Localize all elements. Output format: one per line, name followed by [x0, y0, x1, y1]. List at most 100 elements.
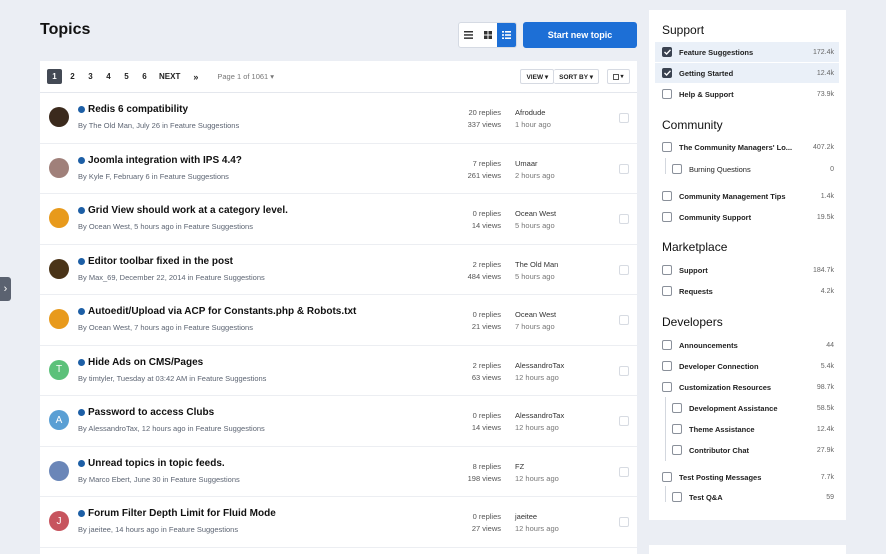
last-page-button[interactable]: »: [188, 69, 203, 84]
last-post-time[interactable]: 12 hours ago: [515, 372, 564, 384]
checkbox[interactable]: [672, 164, 682, 174]
last-poster[interactable]: Ocean West: [515, 208, 556, 220]
last-poster[interactable]: AlessandroTax: [515, 410, 564, 422]
topic-row[interactable]: Unread topics in topic feeds. By Marco E…: [40, 447, 637, 497]
last-post-time[interactable]: 12 hours ago: [515, 422, 564, 434]
forum-filter-item[interactable]: Community Support 19.5k: [655, 207, 839, 227]
avatar[interactable]: [49, 258, 69, 279]
topic-title-link[interactable]: Hide Ads on CMS/Pages: [88, 357, 203, 368]
avatar[interactable]: [49, 460, 69, 481]
next-page-button[interactable]: NEXT: [159, 69, 180, 84]
last-post-time[interactable]: 5 hours ago: [515, 271, 558, 283]
forum-filter-item[interactable]: Customization Resources 98.7k: [655, 377, 839, 397]
checkbox[interactable]: [662, 382, 672, 392]
checkbox[interactable]: [662, 361, 672, 371]
forum-filter-item[interactable]: Feature Suggestions 172.4k: [655, 42, 839, 62]
avatar[interactable]: [49, 107, 69, 127]
forum-filter-item[interactable]: Test Posting Messages 7.7k: [655, 467, 839, 487]
checkbox[interactable]: [672, 424, 682, 434]
last-post-time[interactable]: 5 hours ago: [515, 220, 556, 232]
topic-checkbox[interactable]: [619, 113, 629, 123]
topic-checkbox[interactable]: [619, 517, 629, 527]
topic-checkbox[interactable]: [619, 214, 629, 224]
avatar[interactable]: A: [49, 410, 69, 430]
last-poster[interactable]: Ocean West: [515, 309, 556, 321]
forum-filter-item[interactable]: Requests 4.2k: [655, 281, 839, 301]
checkbox[interactable]: [662, 89, 672, 99]
topic-checkbox[interactable]: [619, 163, 629, 174]
topic-row[interactable]: Autoedit/Upload via ACP for Constants.ph…: [40, 295, 637, 346]
last-poster[interactable]: jaeitee: [515, 511, 559, 523]
avatar[interactable]: [49, 208, 69, 228]
last-poster[interactable]: The Old Man: [515, 259, 558, 271]
grid-view-button[interactable]: [478, 23, 497, 47]
last-post-time[interactable]: 2 hours ago: [515, 170, 555, 182]
forum-filter-item[interactable]: Test Q&A 59: [665, 487, 839, 507]
avatar[interactable]: T: [49, 359, 69, 380]
forum-filter-item[interactable]: Burning Questions 0: [665, 159, 839, 179]
sidebar-toggle-button[interactable]: ›: [0, 277, 11, 301]
forum-filter-item[interactable]: Development Assistance 58.5k: [665, 398, 839, 418]
page-1-button[interactable]: 1: [47, 69, 62, 84]
last-poster[interactable]: Umaar: [515, 158, 555, 170]
forum-filter-item[interactable]: Getting Started 12.4k: [655, 63, 839, 83]
topic-title-link[interactable]: Joomla integration with IPS 4.4?: [88, 155, 242, 166]
page-3-button[interactable]: 3: [83, 69, 98, 84]
avatar[interactable]: [49, 309, 69, 329]
checkbox[interactable]: [672, 492, 682, 502]
checkbox[interactable]: [662, 142, 672, 152]
last-post-time[interactable]: 7 hours ago: [515, 321, 556, 333]
checkbox[interactable]: [662, 265, 672, 275]
checkbox[interactable]: [662, 191, 672, 201]
avatar[interactable]: [49, 157, 69, 178]
sort-by-button[interactable]: SORT BY ▾: [554, 69, 599, 84]
table-view-button[interactable]: [497, 23, 516, 47]
page-jump-dropdown[interactable]: Page 1 of 1061 ▾: [217, 72, 274, 81]
last-post-time[interactable]: 12 hours ago: [515, 523, 559, 535]
page-2-button[interactable]: 2: [65, 69, 80, 84]
topic-checkbox[interactable]: [619, 315, 629, 325]
topic-row[interactable]: Joomla integration with IPS 4.4? By Kyle…: [40, 144, 637, 194]
last-poster[interactable]: FZ: [515, 461, 559, 473]
checkbox[interactable]: [662, 68, 672, 78]
page-5-button[interactable]: 5: [119, 69, 134, 84]
list-view-button[interactable]: [459, 23, 478, 47]
topic-title-link[interactable]: Autoedit/Upload via ACP for Constants.ph…: [88, 306, 356, 317]
page-6-button[interactable]: 6: [137, 69, 152, 84]
forum-filter-item[interactable]: Support 184.7k: [655, 260, 839, 280]
topic-checkbox[interactable]: [619, 416, 629, 426]
checkbox[interactable]: [662, 340, 672, 350]
topic-title-link[interactable]: Unread topics in topic feeds.: [88, 458, 225, 469]
topic-row[interactable]: Editor toolbar fixed in the post By Max_…: [40, 245, 637, 295]
avatar[interactable]: J: [49, 511, 69, 531]
forum-filter-item[interactable]: Community Management Tips 1.4k: [655, 186, 839, 206]
last-poster[interactable]: Afrodude: [515, 107, 551, 119]
page-4-button[interactable]: 4: [101, 69, 116, 84]
multi-select-button[interactable]: ▾: [607, 69, 630, 84]
forum-filter-item[interactable]: Help & Support 73.9k: [655, 84, 839, 104]
forum-filter-item[interactable]: The Community Managers' Lo... 407.2k: [655, 137, 839, 157]
topic-row[interactable]: Redis 6 compatibility By The Old Man, Ju…: [40, 93, 637, 144]
topic-title-link[interactable]: Grid View should work at a category leve…: [88, 205, 288, 216]
checkbox[interactable]: [662, 472, 672, 482]
forum-filter-item[interactable]: Contributor Chat 27.9k: [665, 440, 839, 460]
topic-row[interactable]: Grid View should work at a category leve…: [40, 194, 637, 245]
forum-filter-item[interactable]: Announcements 44: [655, 335, 839, 355]
topic-checkbox[interactable]: [619, 365, 629, 376]
topic-row[interactable]: J Forum Filter Depth Limit for Fluid Mod…: [40, 497, 637, 548]
topic-row[interactable]: A Password to access Clubs By Alessandro…: [40, 396, 637, 447]
checkbox[interactable]: [662, 212, 672, 222]
topic-title-link[interactable]: Password to access Clubs: [88, 407, 214, 418]
checkbox[interactable]: [672, 445, 682, 455]
topic-checkbox[interactable]: [619, 264, 629, 275]
topic-row[interactable]: T Hide Ads on CMS/Pages By timtyler, Tue…: [40, 346, 637, 396]
topic-checkbox[interactable]: [619, 466, 629, 477]
topic-title-link[interactable]: Forum Filter Depth Limit for Fluid Mode: [88, 508, 276, 519]
last-post-time[interactable]: 1 hour ago: [515, 119, 551, 131]
start-new-topic-button[interactable]: Start new topic: [523, 22, 637, 48]
checkbox[interactable]: [662, 47, 672, 57]
topic-title-link[interactable]: Redis 6 compatibility: [88, 104, 188, 115]
topic-title-link[interactable]: Editor toolbar fixed in the post: [88, 256, 233, 267]
forum-filter-item[interactable]: Theme Assistance 12.4k: [665, 419, 839, 439]
view-options-button[interactable]: VIEW ▾: [520, 69, 555, 84]
